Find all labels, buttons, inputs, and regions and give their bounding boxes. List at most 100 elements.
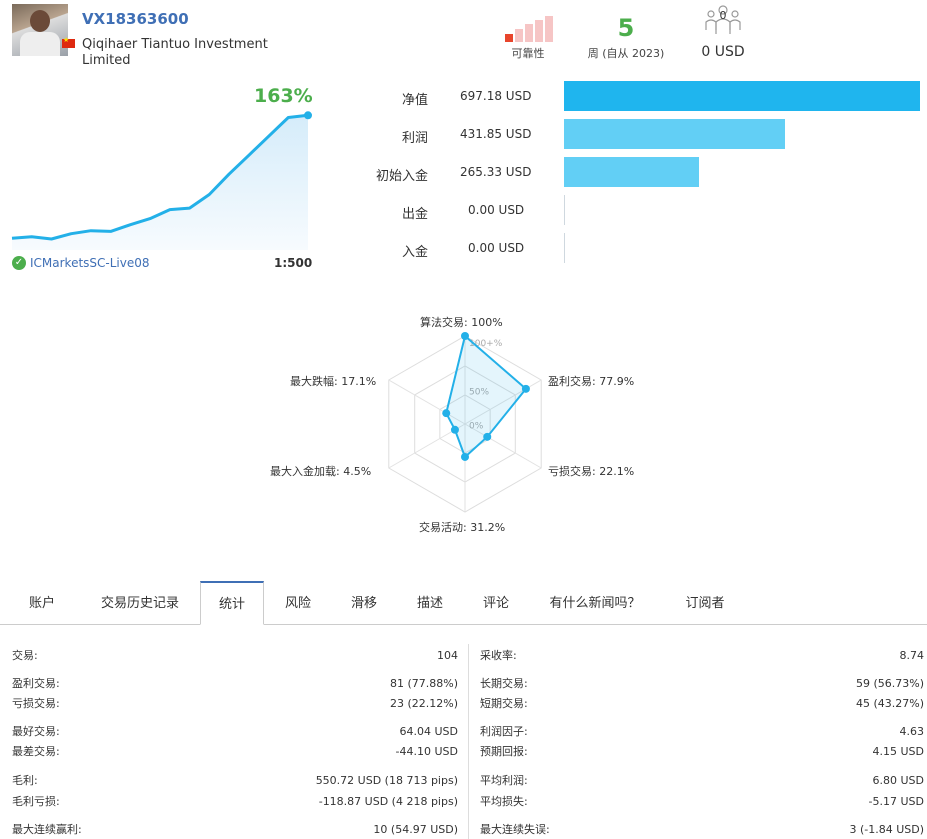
radar-point[interactable] [450, 425, 459, 434]
stats-value: 6.80 USD [872, 774, 925, 787]
stats-label: 最大连续失误: [480, 823, 550, 836]
subscribers-count: 0 [719, 9, 727, 22]
reliability-label: 可靠性 [511, 47, 545, 60]
stats-label: 盈利交易: [12, 677, 60, 690]
radar-label: 盈利交易: 77.9% [548, 375, 635, 388]
radar-point[interactable] [461, 452, 469, 461]
tab-bar: 账户 交易历史记录 统计 风险 滑移 描述 评论 有什么新闻吗？ 订阅者 [0, 581, 927, 625]
stats-row-right: 平均损失: -5.17 USD [480, 794, 924, 810]
tab-item[interactable]: 订阅者 [667, 582, 743, 624]
balance-value: 265.33 USD [460, 165, 532, 179]
stats-label: 毛利: [12, 774, 38, 787]
growth-chart[interactable] [10, 100, 315, 250]
stats-label: 最大连续赢利: [12, 823, 82, 836]
stats-label: 亏损交易: [12, 697, 60, 710]
stats-value: 8.74 [899, 649, 925, 662]
growth-percent: 163% [254, 85, 313, 107]
radar-chart: 100+%50%0% [388, 332, 542, 513]
radar-label: 最大入金加载: 4.5% [270, 465, 372, 478]
tab-item[interactable]: 交易历史记录 [80, 582, 200, 624]
server-link[interactable]: ✓ ICMarketsSC-Live08 [12, 256, 150, 270]
balance-bar[interactable] [564, 81, 920, 111]
stats-label: 交易: [12, 649, 38, 662]
stats-value: -118.87 USD (4 218 pips) [318, 795, 458, 808]
balance-bar[interactable] [564, 195, 565, 225]
stats-row-right: 采收率: 8.74 [480, 648, 924, 664]
radar-point[interactable] [442, 409, 451, 418]
stats-label: 最好交易: [12, 725, 60, 738]
stats-row-right: 平均利润: 6.80 USD [480, 773, 924, 789]
stats-label: 利润因子: [480, 725, 528, 738]
subscribers-usd: 0 USD [701, 44, 745, 60]
stats-value: 64.04 USD [399, 725, 459, 738]
verified-check-icon: ✓ [12, 256, 26, 270]
stats-row-left: 最大连续赢利: 10 (54.97 USD) [12, 822, 458, 838]
radar-label: 算法交易: 100% [420, 316, 503, 329]
balance-label: 入金 [401, 245, 428, 260]
tab-item[interactable]: 账户 [6, 582, 78, 624]
stats-value: 10 (54.97 USD) [373, 823, 458, 836]
growth-area [12, 115, 308, 250]
avatar[interactable] [12, 4, 68, 56]
balance-value: 0.00 USD [468, 203, 525, 217]
stats-row-right: 最大连续失误: 3 (-1.84 USD) [480, 822, 924, 838]
stats-label: 最差交易: [12, 745, 60, 758]
stats-value: 81 (77.88%) [389, 677, 458, 690]
tab-item[interactable]: 描述 [401, 582, 459, 624]
weeks-label: 周 (自从 2023) [587, 47, 665, 60]
stats-value: 104 [437, 649, 458, 662]
balance-label: 利润 [401, 131, 428, 146]
stats-row-left: 毛利亏损: -118.87 USD (4 218 pips) [12, 794, 458, 810]
stats-label: 平均利润: [480, 774, 528, 787]
radar-point[interactable] [521, 384, 530, 393]
balance-value: 0.00 USD [468, 241, 525, 255]
tab-item[interactable]: 有什么新闻吗？ [533, 582, 657, 624]
weeks-value: 5 [617, 14, 635, 42]
balance-bar[interactable] [564, 119, 785, 149]
stats-label: 毛利亏损: [12, 795, 60, 808]
stats-value: 3 (-1.84 USD) [849, 823, 924, 836]
balance-bar[interactable] [564, 233, 565, 263]
radar-label: 交易活动: 31.2% [419, 521, 506, 534]
tab-item[interactable]: 统计 [200, 581, 264, 625]
stats-row-right: 短期交易: 45 (43.27%) [480, 696, 924, 712]
stats-label: 平均损失: [480, 795, 528, 808]
stats-value: 45 (43.27%) [855, 697, 924, 710]
stats-value: 59 (56.73%) [855, 677, 924, 690]
leverage: 1:500 [274, 256, 313, 270]
radar-label: 亏损交易: 22.1% [548, 465, 635, 478]
stats-value: -44.10 USD [395, 745, 458, 758]
account-name-link[interactable]: VX18363600 [82, 10, 189, 28]
stats-value: 4.63 [899, 725, 925, 738]
stats-label: 采收率: [480, 649, 517, 662]
stats-value: -5.17 USD [868, 795, 924, 808]
tab-item[interactable]: 评论 [467, 582, 525, 624]
tab-item[interactable]: 风险 [270, 582, 326, 624]
balance-label: 净值 [401, 93, 428, 108]
stats-value: 4.15 USD [872, 745, 925, 758]
stats-row-left: 最差交易: -44.10 USD [12, 744, 458, 760]
company-name: Qiqihaer Tiantuo Investment Limited [82, 37, 268, 68]
china-flag-icon [62, 36, 75, 48]
stats-label: 短期交易: [480, 697, 528, 710]
balance-label: 初始入金 [375, 169, 428, 184]
radar-point[interactable] [461, 332, 469, 340]
stats-row-left: 最好交易: 64.04 USD [12, 724, 458, 740]
stats-row-right: 利润因子: 4.63 [480, 724, 924, 740]
stats-label: 预期回报: [480, 745, 528, 758]
stats-row-left: 毛利: 550.72 USD (18 713 pips) [12, 773, 458, 789]
balance-bar[interactable] [564, 157, 699, 187]
radar-point[interactable] [483, 432, 492, 441]
tab-item[interactable]: 滑移 [333, 582, 395, 624]
balance-label: 出金 [401, 207, 428, 222]
balance-value: 697.18 USD [460, 89, 532, 103]
stats-row-left: 盈利交易: 81 (77.88%) [12, 676, 458, 692]
stats-value: 550.72 USD (18 713 pips) [315, 774, 458, 787]
stats-row-right: 预期回报: 4.15 USD [480, 744, 924, 760]
stats-row-right: 长期交易: 59 (56.73%) [480, 676, 924, 692]
stats-row-left: 亏损交易: 23 (22.12%) [12, 696, 458, 712]
radar-label: 最大跌幅: 17.1% [290, 375, 377, 388]
reliability-bars-icon [505, 16, 553, 42]
server-name: ICMarketsSC-Live08 [30, 256, 150, 270]
stats-row-left: 交易: 104 [12, 648, 458, 664]
